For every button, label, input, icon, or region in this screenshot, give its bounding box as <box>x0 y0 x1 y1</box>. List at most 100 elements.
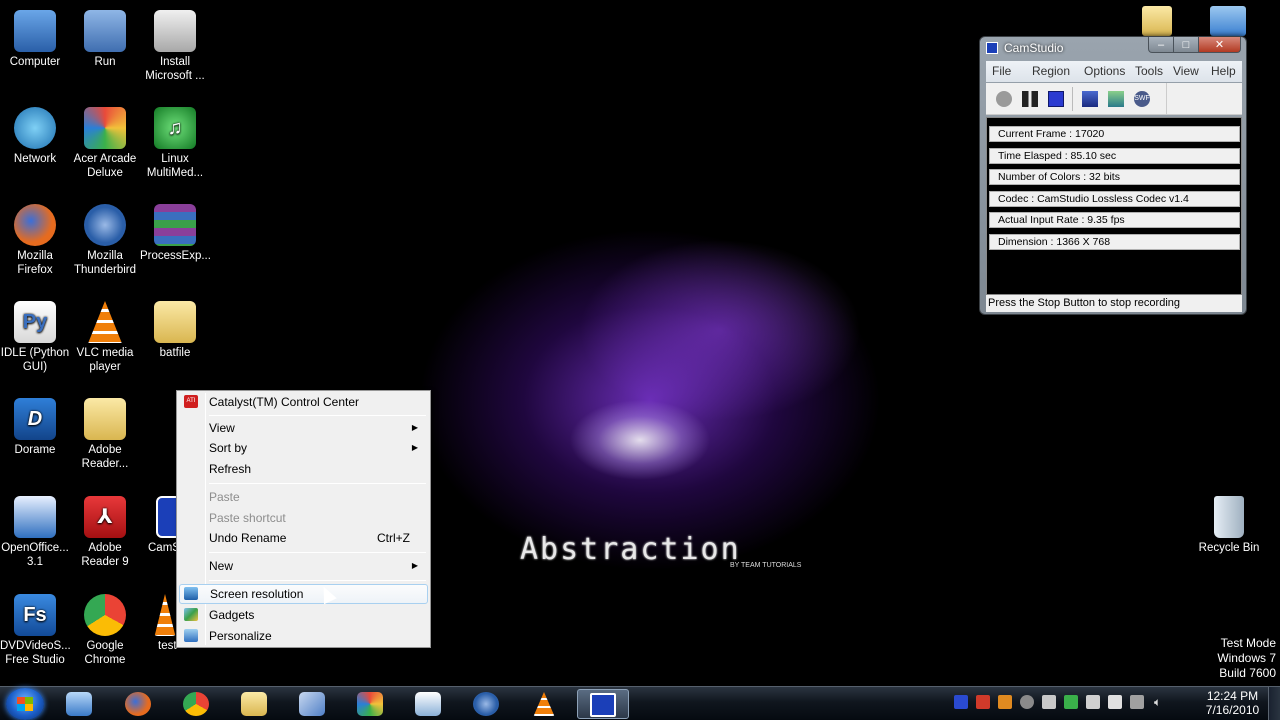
clock-date: 7/16/2010 <box>1205 703 1260 717</box>
menu-separator <box>209 580 426 581</box>
taskbar-vlc-button[interactable] <box>519 689 571 719</box>
minimize-button[interactable]: – <box>1148 37 1174 53</box>
toolbar: SWF <box>986 83 1242 115</box>
desktop-icon[interactable]: Adobe Reader... <box>70 394 140 471</box>
desktop-icon[interactable]: Network <box>0 103 70 166</box>
chrome-icon <box>183 692 209 716</box>
desktop-icon[interactable]: Google Chrome <box>70 590 140 667</box>
folder-icon[interactable] <box>1142 6 1172 36</box>
start-button[interactable] <box>6 688 44 720</box>
desktop-icon[interactable]: Run <box>70 6 140 69</box>
update-tray-icon[interactable] <box>998 695 1012 709</box>
menu-file[interactable]: File <box>992 64 1011 78</box>
menu-region[interactable]: Region <box>1032 64 1070 78</box>
menu-item-paste[interactable]: Paste <box>179 487 428 507</box>
maximize-button[interactable]: □ <box>1173 37 1199 53</box>
ati-tray-icon[interactable] <box>976 695 990 709</box>
menu-tools[interactable]: Tools <box>1135 64 1163 78</box>
computer-icon <box>14 10 56 52</box>
menu-item-gadgets[interactable]: Gadgets <box>179 605 428 625</box>
taskbar-camstudio-button[interactable] <box>577 689 629 719</box>
menu-separator <box>209 483 426 484</box>
close-button[interactable]: ✕ <box>1198 37 1241 53</box>
stat-number-of-colors: Number of Colors : 32 bits <box>989 169 1240 185</box>
record-icon[interactable] <box>996 91 1012 107</box>
menu-item-view[interactable]: View ▶ <box>179 418 428 438</box>
clock[interactable]: 12:24 PM 7/16/2010 <box>1200 689 1265 717</box>
menu-view[interactable]: View <box>1173 64 1199 78</box>
test-mode-watermark: Test Mode Windows 7 Build 7600 <box>1217 636 1276 680</box>
menu-item-refresh[interactable]: Refresh <box>179 459 428 479</box>
thunderbird-icon <box>473 692 499 716</box>
vlc-cone-icon <box>88 301 122 343</box>
desktop-icon[interactable]: Mozilla Thunderbird <box>70 200 140 277</box>
submenu-arrow-icon: ▶ <box>411 423 418 432</box>
action-center-tray-icon[interactable] <box>1086 695 1100 709</box>
status-bar: Press the Stop Button to stop recording <box>986 295 1242 312</box>
explorer-icon <box>66 692 92 716</box>
pause-icon[interactable] <box>1022 91 1038 107</box>
desktop-icon[interactable]: batfile <box>140 297 210 360</box>
show-desktop-button[interactable] <box>1268 687 1280 720</box>
stop-icon[interactable] <box>1048 91 1064 107</box>
menu-item-screen-resolution[interactable]: Screen resolution <box>179 584 428 604</box>
menu-item-catalyst-control-center[interactable]: ATI Catalyst(TM) Control Center <box>179 392 428 412</box>
desktop-icon[interactable]: Recycle Bin <box>1194 492 1264 555</box>
recycle-bin-icon <box>1214 496 1244 538</box>
desktop-icon[interactable]: Py IDLE (Python GUI) <box>0 297 70 374</box>
folder-icon[interactable] <box>1210 6 1246 36</box>
desktop-icon[interactable]: Install Microsoft ... <box>140 6 210 83</box>
desktop-icon[interactable]: Computer <box>0 6 70 69</box>
swf-icon[interactable]: SWF <box>1134 91 1150 107</box>
stat-current-frame: Current Frame : 17020 <box>989 126 1240 142</box>
desktop-icon[interactable]: ProcessExp... <box>140 200 211 263</box>
desktop-icon[interactable]: test <box>150 590 178 653</box>
taskbar-chrome-button[interactable] <box>171 689 223 719</box>
region-icon[interactable] <box>1082 91 1098 107</box>
network-tray-icon[interactable] <box>1130 695 1144 709</box>
menu-item-personalize[interactable]: Personalize <box>179 626 428 646</box>
menu-item-paste-shortcut[interactable]: Paste shortcut <box>179 508 428 528</box>
music-note-icon: ♫ <box>154 107 196 149</box>
power-tray-icon[interactable] <box>1108 695 1122 709</box>
monitor-tray-icon[interactable] <box>1042 695 1056 709</box>
taskbar: 🔈︎ 12:24 PM 7/16/2010 <box>0 686 1280 720</box>
python-file-icon: Py <box>14 301 56 343</box>
menu-options[interactable]: Options <box>1084 64 1125 78</box>
openoffice-icon <box>14 496 56 538</box>
clock-time: 12:24 PM <box>1206 689 1259 703</box>
antivirus-tray-icon[interactable] <box>1064 695 1078 709</box>
window-titlebar[interactable]: CamStudio – □ ✕ <box>980 37 1246 59</box>
taskbar-thunderbird-button[interactable] <box>461 689 513 719</box>
taskbar-python-button[interactable] <box>403 689 455 719</box>
taskbar-explorer-button[interactable] <box>54 689 106 719</box>
volume-tray-icon[interactable]: 🔈︎ <box>1154 695 1168 709</box>
desktop-icon[interactable]: CamS <box>140 492 176 555</box>
menu-item-new[interactable]: New ▶ <box>179 556 428 576</box>
menu-item-sort-by[interactable]: Sort by ▶ <box>179 438 428 458</box>
chrome-icon <box>84 594 126 636</box>
stat-time-elapsed: Time Elasped : 85.10 sec <box>989 148 1240 164</box>
desktop-icon[interactable]: Fs DVDVideoS... Free Studio <box>0 590 71 667</box>
desktop-icon[interactable]: ⅄ Adobe Reader 9 <box>70 492 140 569</box>
camstudio-tray-icon[interactable] <box>954 695 968 709</box>
desktop-icon[interactable]: D Dorame <box>0 394 70 457</box>
menu-help[interactable]: Help <box>1211 64 1236 78</box>
annotate-icon[interactable] <box>1108 91 1124 107</box>
camstudio-icon <box>590 693 616 717</box>
taskbar-folder-button[interactable] <box>229 689 281 719</box>
run-icon <box>84 10 126 52</box>
stat-input-rate: Actual Input Rate : 9.35 fps <box>989 212 1240 228</box>
desktop-icon[interactable]: Acer Arcade Deluxe <box>70 103 140 180</box>
taskbar-acer-arcade-button[interactable] <box>345 689 397 719</box>
wireless-tray-icon[interactable] <box>1020 695 1034 709</box>
desktop-icon[interactable]: ♫ Linux MultiMed... <box>140 103 210 180</box>
stat-dimension: Dimension : 1366 X 768 <box>989 234 1240 250</box>
taskbar-firefox-button[interactable] <box>113 689 165 719</box>
desktop-icon[interactable]: Mozilla Firefox <box>0 200 70 277</box>
taskbar-pen-button[interactable] <box>287 689 339 719</box>
adobe-reader-icon: ⅄ <box>84 496 126 538</box>
desktop-icon[interactable]: VLC media player <box>70 297 140 374</box>
menu-item-undo-rename[interactable]: Undo Rename Ctrl+Z <box>179 528 428 548</box>
desktop-icon[interactable]: OpenOffice... 3.1 <box>0 492 70 569</box>
